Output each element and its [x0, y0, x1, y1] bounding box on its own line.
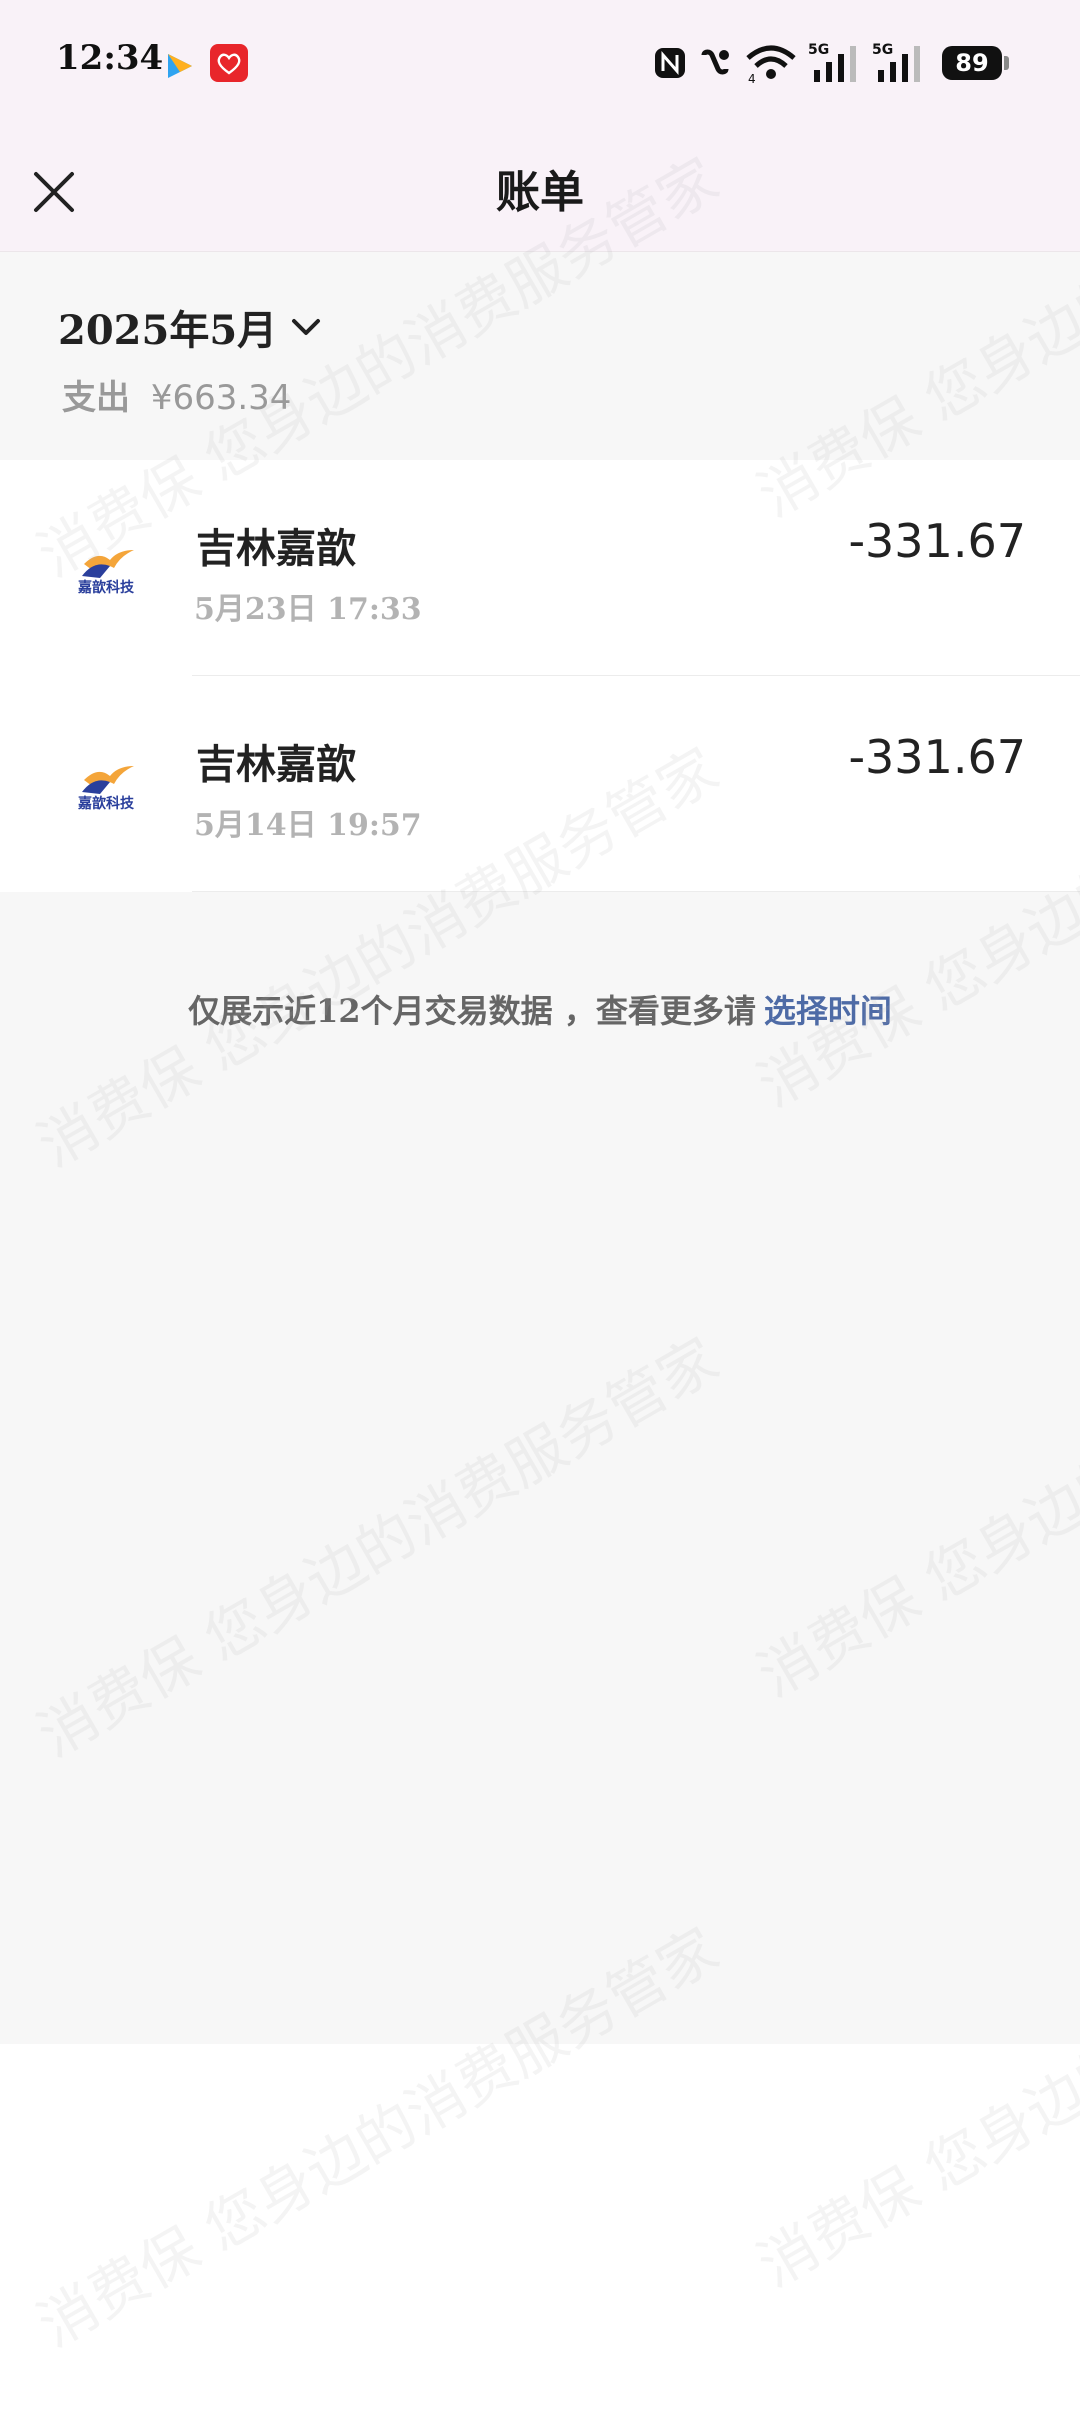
network-label-2: 5G — [872, 42, 893, 58]
wifi-icon: 4 — [746, 45, 796, 84]
bill-page: 12:34 4 5G 5G 89 账单 2025年5月 支出 ¥663.34 嘉… — [0, 0, 1080, 2414]
select-time-link[interactable]: 选择时间 — [764, 992, 892, 1030]
merchant-logo: 嘉歆科技 — [54, 736, 158, 840]
content-background — [0, 892, 1080, 2044]
transaction-amount: -331.67 — [848, 730, 1026, 784]
expense-total: 支出 ¥663.34 — [62, 370, 291, 419]
status-time: 12:34 — [56, 38, 164, 78]
signal-5g-icon-2: 5G — [872, 42, 920, 82]
page-header: 账单 — [0, 126, 1080, 252]
transaction-list: 嘉歆科技 吉林嘉歆 5月23日 17:33 -331.67 嘉歆科技 吉林嘉歆 … — [0, 460, 1080, 892]
battery-tip — [1004, 56, 1009, 70]
footer-note-text: 仅展示近12个月交易数据 ，查看更多请 — [188, 992, 756, 1030]
transaction-row[interactable]: 嘉歆科技 吉林嘉歆 5月23日 17:33 -331.67 — [0, 460, 1080, 676]
logo-text: 嘉歆科技 — [77, 579, 135, 596]
wifi-label: 4 — [748, 72, 756, 84]
footer-note: 仅展示近12个月交易数据 ，查看更多请 选择时间 — [0, 986, 1080, 1032]
expense-amount: ¥663.34 — [150, 378, 292, 418]
merchant-logo: 嘉歆科技 — [54, 520, 158, 624]
network-label-1: 5G — [808, 42, 829, 58]
vibrate-icon — [701, 49, 729, 75]
transaction-time: 5月14日 19:57 — [194, 808, 422, 843]
transaction-amount: -331.67 — [848, 514, 1026, 568]
jiaxin-logo-icon: 嘉歆科技 — [77, 550, 135, 596]
chevron-down-icon — [292, 319, 321, 335]
status-bar: 12:34 4 5G 5G 89 — [0, 0, 1080, 126]
month-summary: 2025年5月 支出 ¥663.34 — [0, 252, 1080, 460]
transaction-time: 5月23日 17:33 — [194, 592, 422, 627]
jiaxin-logo-icon: 嘉歆科技 — [77, 766, 135, 812]
status-icons: 4 5G 5G 89 — [652, 40, 1009, 86]
signal-5g-icon-1: 5G — [808, 42, 856, 82]
month-selector[interactable]: 2025年5月 — [58, 298, 323, 356]
merchant-name: 吉林嘉歆 — [196, 741, 356, 788]
expense-label: 支出 — [62, 378, 130, 418]
nfc-icon — [655, 48, 685, 78]
month-label: 2025年5月 — [58, 307, 278, 354]
transaction-row[interactable]: 嘉歆科技 吉林嘉歆 5月14日 19:57 -331.67 — [0, 676, 1080, 892]
logo-text: 嘉歆科技 — [77, 795, 135, 812]
merchant-name: 吉林嘉歆 — [196, 525, 356, 572]
page-title: 账单 — [496, 167, 584, 218]
shopping-app-icon — [210, 44, 248, 82]
battery-indicator: 89 — [942, 46, 1002, 80]
video-app-icon — [168, 54, 192, 78]
